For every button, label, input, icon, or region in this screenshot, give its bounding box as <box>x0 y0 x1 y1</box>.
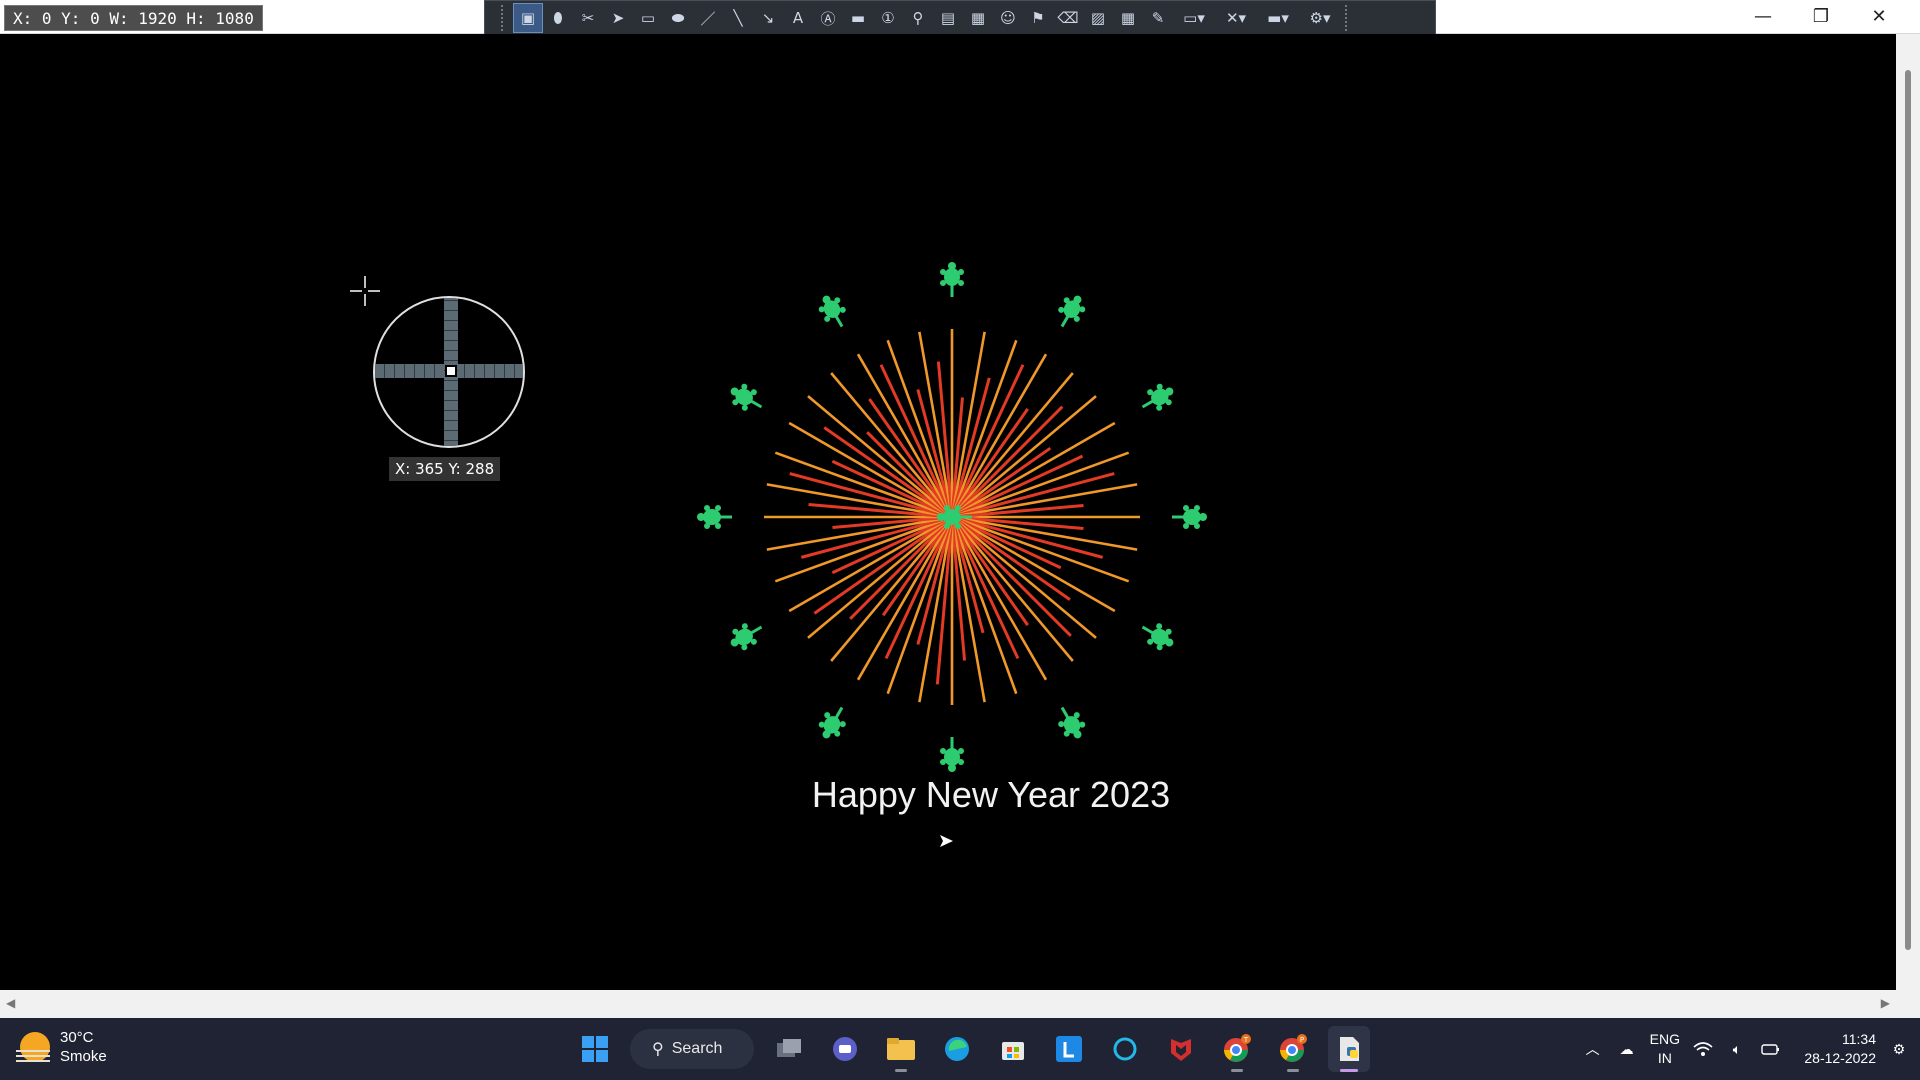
chat-icon[interactable] <box>824 1026 866 1072</box>
running-indicator <box>1231 1069 1243 1072</box>
outer-turtle <box>730 623 763 651</box>
scroll-right-icon[interactable]: ▶ <box>1881 996 1890 1010</box>
cortana-icon[interactable] <box>1104 1026 1146 1072</box>
magnifier-loupe <box>373 296 525 448</box>
microsoft-store-icon[interactable] <box>992 1026 1034 1072</box>
input-language[interactable]: ENG IN <box>1650 1030 1680 1068</box>
active-indicator <box>1340 1069 1358 1072</box>
screen: X: 0 Y: 0 W: 1920 H: 1080 — ❐ ✕ ▣ ⬮ ✂ ➤ … <box>0 0 1920 1080</box>
weather-widget[interactable]: 30°C Smoke <box>16 1028 107 1066</box>
outer-turtle <box>818 295 846 328</box>
search-label: Search <box>671 1040 723 1057</box>
l-app-icon[interactable] <box>1048 1026 1090 1072</box>
chrome-glyph: T <box>1224 1034 1251 1062</box>
vertical-scroll-thumb[interactable] <box>1905 70 1911 950</box>
loupe-center-pixel <box>445 365 457 377</box>
clock-date: 28-12-2022 <box>1804 1050 1876 1066</box>
running-indicator <box>1287 1069 1299 1072</box>
outer-turtle <box>1141 623 1174 651</box>
wifi-glyph <box>1693 1042 1713 1056</box>
mcafee-icon[interactable] <box>1160 1026 1202 1072</box>
language-region: IN <box>1657 1050 1672 1066</box>
cursor-coordinates: X: 365 Y: 288 <box>389 457 501 481</box>
battery-glyph <box>1761 1044 1779 1055</box>
edge-glyph <box>945 1037 969 1061</box>
outer-turtle <box>1058 295 1086 328</box>
l-glyph <box>1056 1036 1082 1062</box>
horizontal-scrollbar[interactable]: ◀ ▶ <box>0 990 1920 1018</box>
taskbar: 30°C Smoke ⚲ Search T P ︿ ☁ ENG IN 🔈︎ 11… <box>0 1018 1920 1080</box>
chat-glyph <box>833 1037 857 1061</box>
folder-glyph <box>887 1038 915 1060</box>
taskbar-search[interactable]: ⚲ Search <box>630 1029 754 1069</box>
shield-icon <box>1171 1039 1191 1061</box>
fireworks-drawing <box>697 262 1207 772</box>
greeting-label: Happy New Year 2023 <box>811 774 1171 815</box>
system-tray: ︿ ☁ ENG IN 🔈︎ 11:34 28-12-2022 ⚙ <box>1582 1018 1910 1080</box>
running-indicator <box>895 1069 907 1072</box>
language-code: ENG <box>1649 1031 1680 1047</box>
python-file-glyph <box>1340 1037 1359 1061</box>
notification-gear-icon[interactable]: ⚙ <box>1888 1038 1910 1060</box>
outer-turtle <box>1058 706 1086 739</box>
search-icon: ⚲ <box>652 1041 664 1058</box>
outer-turtle <box>730 383 763 411</box>
turtle-arrow-icon <box>940 835 953 847</box>
clock[interactable]: 11:34 28-12-2022 <box>1794 1030 1876 1068</box>
store-glyph <box>1002 1042 1024 1060</box>
outer-turtle <box>940 737 964 772</box>
weather-smoke-icon <box>16 1032 50 1062</box>
greeting-text: Happy New Year 2023 <box>0 774 1920 816</box>
windows-logo-icon <box>582 1036 608 1062</box>
outer-turtle <box>1141 383 1174 411</box>
crosshair-cursor-icon <box>350 276 380 306</box>
taskbar-apps: ⚲ Search T P <box>574 1026 1370 1072</box>
start-button[interactable] <box>574 1026 616 1072</box>
outer-turtle <box>818 706 846 739</box>
weather-temp: 30°C <box>60 1029 94 1046</box>
chevron-up-icon[interactable]: ︿ <box>1582 1038 1604 1060</box>
cortana-glyph <box>1113 1037 1137 1061</box>
edge-browser-icon[interactable] <box>936 1026 978 1072</box>
python-editor-icon[interactable] <box>1328 1026 1370 1072</box>
wifi-icon[interactable] <box>1692 1038 1714 1060</box>
chrome-t-icon[interactable]: T <box>1216 1026 1258 1072</box>
clock-time: 11:34 <box>1842 1031 1876 1047</box>
file-explorer-icon[interactable] <box>880 1026 922 1072</box>
task-view-glyph <box>777 1039 801 1057</box>
volume-icon[interactable]: 🔈︎ <box>1726 1038 1748 1060</box>
chrome-badge-p: P <box>1300 1036 1304 1044</box>
vertical-scrollbar[interactable] <box>1896 34 1920 990</box>
outer-turtle <box>1172 505 1207 529</box>
outer-turtle <box>697 505 732 529</box>
battery-icon[interactable] <box>1760 1038 1782 1060</box>
chrome-glyph: P <box>1280 1034 1307 1062</box>
weather-condition: Smoke <box>60 1048 107 1065</box>
chrome-p-icon[interactable]: P <box>1272 1026 1314 1072</box>
task-view-icon[interactable] <box>768 1026 810 1072</box>
outer-turtle <box>940 262 964 297</box>
chrome-badge-t: T <box>1243 1036 1249 1044</box>
onedrive-cloud-icon[interactable]: ☁ <box>1616 1038 1638 1060</box>
scroll-left-icon[interactable]: ◀ <box>6 996 15 1010</box>
